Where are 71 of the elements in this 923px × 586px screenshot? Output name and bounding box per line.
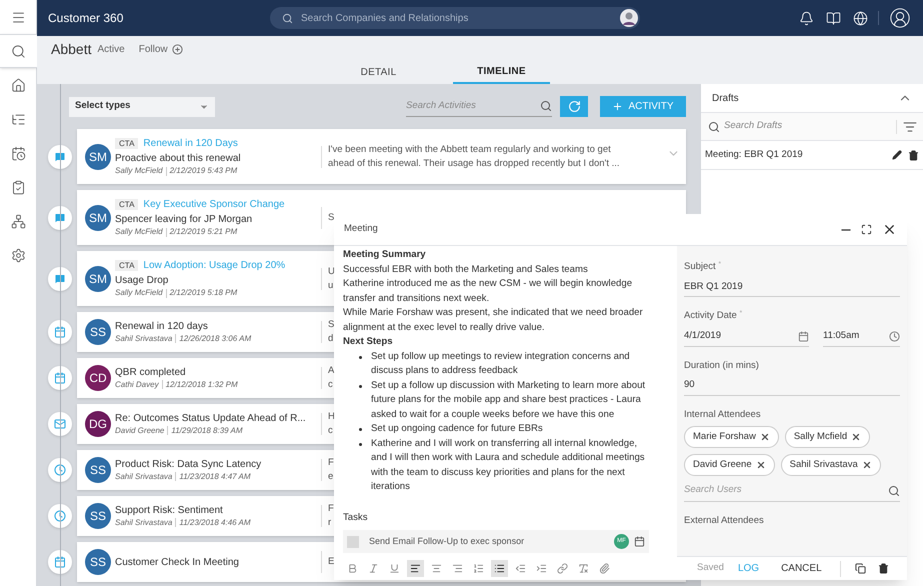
panel-title: Drafts — [712, 92, 740, 106]
activity-title: Proactive about this renewal — [115, 152, 242, 165]
activity-title: Product Risk: Data Sync Latency — [115, 458, 262, 470]
avatar: SS — [85, 503, 111, 529]
author-name: Sally McField — [115, 226, 163, 238]
avatar: SS — [85, 319, 111, 345]
cta-badge: CTA — [115, 138, 138, 149]
bullet-item: Set up a follow up discussion with Marketing to learn more about future plans for the mobile app and share best practices - Laura asked to wait for a couple weeks before we have this one — [371, 378, 646, 422]
account-name: Abbett — [51, 40, 92, 59]
save-status: Saved — [697, 561, 724, 576]
avatar: SM — [85, 266, 111, 292]
status-label: Active — [97, 43, 125, 57]
activity-preview: A — [328, 364, 334, 378]
avatar: SM — [85, 144, 111, 170]
author-name: David Greene — [115, 424, 164, 436]
activity-title: Support Risk: Sentiment — [115, 504, 224, 516]
field-label: Duration (in mins) — [684, 358, 760, 372]
activity-title: Customer Check In Meeting — [115, 556, 240, 568]
activity-date: 11/23/2018 4:46 AM — [179, 516, 251, 528]
author-name: Sahil Srivastava — [115, 470, 172, 482]
app-title: Customer 360 — [48, 10, 124, 27]
activity-preview: u — [328, 278, 334, 292]
notes-heading: Next Steps — [343, 335, 394, 349]
activity-title: Spencer leaving for JP Morgan — [115, 213, 254, 226]
cta-badge: CTA — [115, 260, 138, 271]
avatar: DG — [85, 411, 111, 437]
activity-preview: S — [328, 318, 334, 332]
activity-preview: c — [328, 424, 333, 438]
field-label: External Attendees — [684, 514, 765, 528]
activity-preview: r — [328, 516, 332, 530]
author-name: Cathi Davey — [115, 378, 159, 390]
activity-date: 2/12/2019 5:18 PM — [170, 287, 238, 299]
field-label: Internal Attendees — [684, 408, 762, 422]
activity-preview: e — [328, 470, 334, 484]
cta-badge: CTA — [115, 199, 138, 210]
avatar: SS — [85, 457, 111, 483]
activity-date: 12/12/2018 1:32 PM — [166, 378, 238, 390]
activity-title: Re: Outcomes Status Update Ahead of R... — [115, 412, 307, 424]
activity-title: Renewal in 120 days — [115, 320, 209, 332]
author-name: Sahil Srivastava — [115, 332, 172, 344]
activity-date: 12/26/2018 3:06 AM — [179, 332, 252, 344]
notes-paragraph: Katherine introduced me as the new CSM - we will begin knowledge transfer and transitions next week. — [343, 277, 634, 306]
activity-date: 11/29/2018 8:39 AM — [171, 424, 243, 436]
activity-preview: S — [328, 210, 334, 224]
activity-preview: F — [328, 456, 334, 470]
avatar: CD — [85, 365, 111, 391]
notes-paragraph: While Marie Forshaw was present, she indicated that we need broader alignment at the exec level to really drive value. — [343, 306, 644, 334]
activity-preview: I've been meeting with the Abbett team regularly and working to get — [328, 142, 611, 156]
author-name: Sahil Srivastava — [115, 516, 172, 528]
activity-date: 2/12/2019 5:21 PM — [170, 226, 238, 238]
activity-preview: H — [328, 410, 335, 424]
activity-date: 2/12/2019 5:43 PM — [170, 165, 238, 177]
bullet-item: Set up ongoing cadence for future EBRs — [371, 422, 543, 436]
activity-preview: F — [328, 502, 334, 516]
activity-preview: d — [328, 332, 334, 346]
author-name: Sally McField — [115, 165, 163, 177]
activity-title: Usage Drop — [115, 274, 170, 287]
bullet-item: Set up follow up meetings to review integration concerns and discuss plans to address feedback — [371, 350, 631, 378]
activity-date: 11/23/2018 4:47 AM — [179, 470, 251, 482]
tasks-heading: Tasks — [343, 510, 369, 524]
activity-preview: c — [328, 378, 333, 392]
dialog-title: Meeting — [344, 222, 379, 236]
activity-preview: U — [328, 264, 335, 278]
activity-preview: ahead of this renewal. Their usage has dropped recently but I don't ... — [328, 156, 620, 170]
avatar: SS — [85, 549, 111, 575]
author-name: Sally McField — [115, 287, 163, 299]
activity-preview: E — [328, 555, 334, 569]
activity-title: QBR completed — [115, 366, 187, 378]
avatar: SM — [85, 204, 111, 230]
notes-heading: Meeting Summary — [343, 248, 427, 262]
notes-paragraph: Successful EBR with both the Marketing and Sales teams — [343, 262, 589, 276]
